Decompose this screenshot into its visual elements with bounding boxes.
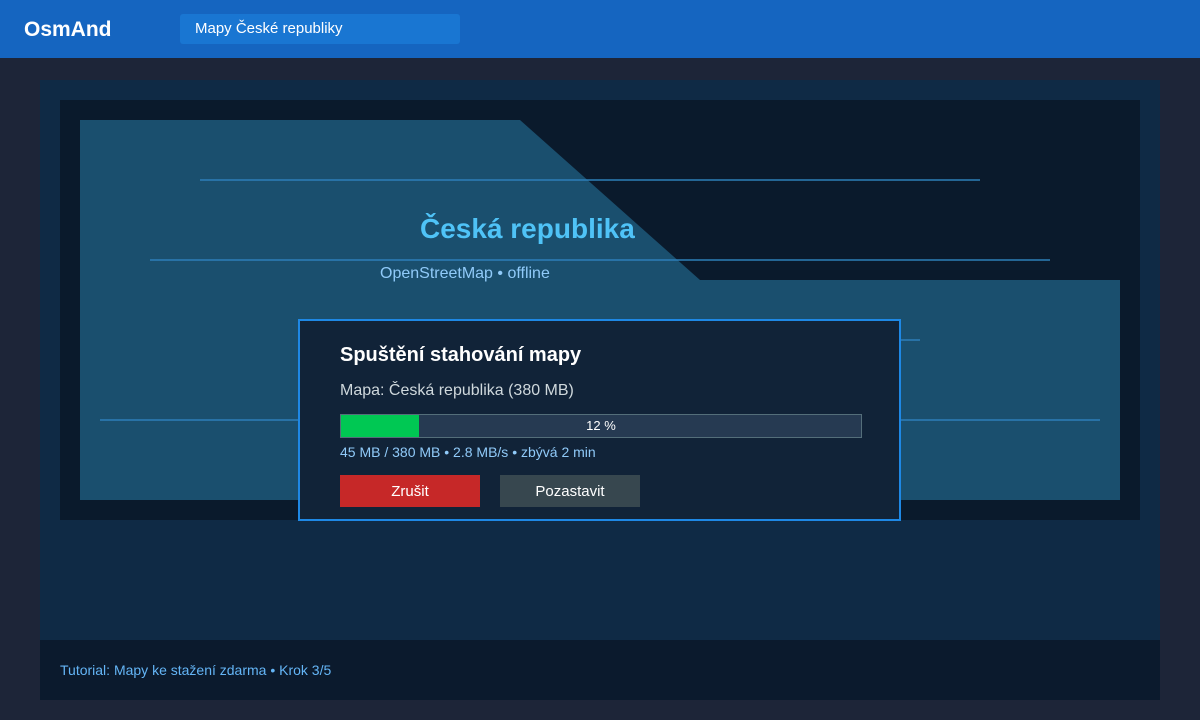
cancel-button[interactable]: Zrušit xyxy=(340,475,480,507)
app-logo: OsmAnd xyxy=(24,18,112,41)
tutorial-footer: Tutorial: Mapy ke stažení zdarma • Krok … xyxy=(40,640,1160,700)
map-info-label: Mapa: Česká republika (380 MB) xyxy=(340,382,574,399)
top-bar: OsmAnd Mapy České republiky xyxy=(0,0,1200,58)
progress-percent: 12 % xyxy=(586,418,616,433)
pause-button[interactable]: Pozastavit xyxy=(500,475,640,507)
dialog-title: Spuštění stahování mapy xyxy=(340,344,582,366)
download-stats: 45 MB / 380 MB • 2.8 MB/s • zbývá 2 min xyxy=(340,444,596,460)
tutorial-step-label: Tutorial: Mapy ke stažení zdarma • Krok … xyxy=(60,662,332,678)
tab-czech-maps[interactable]: Mapy České republiky xyxy=(180,14,460,44)
hero-subtitle: OpenStreetMap • offline xyxy=(380,265,550,282)
hero-title: Česká republika xyxy=(420,213,635,244)
download-dialog: Spuštění stahování mapy Mapa: Česká repu… xyxy=(298,319,901,521)
download-progress-bar: 12 % xyxy=(340,414,862,438)
